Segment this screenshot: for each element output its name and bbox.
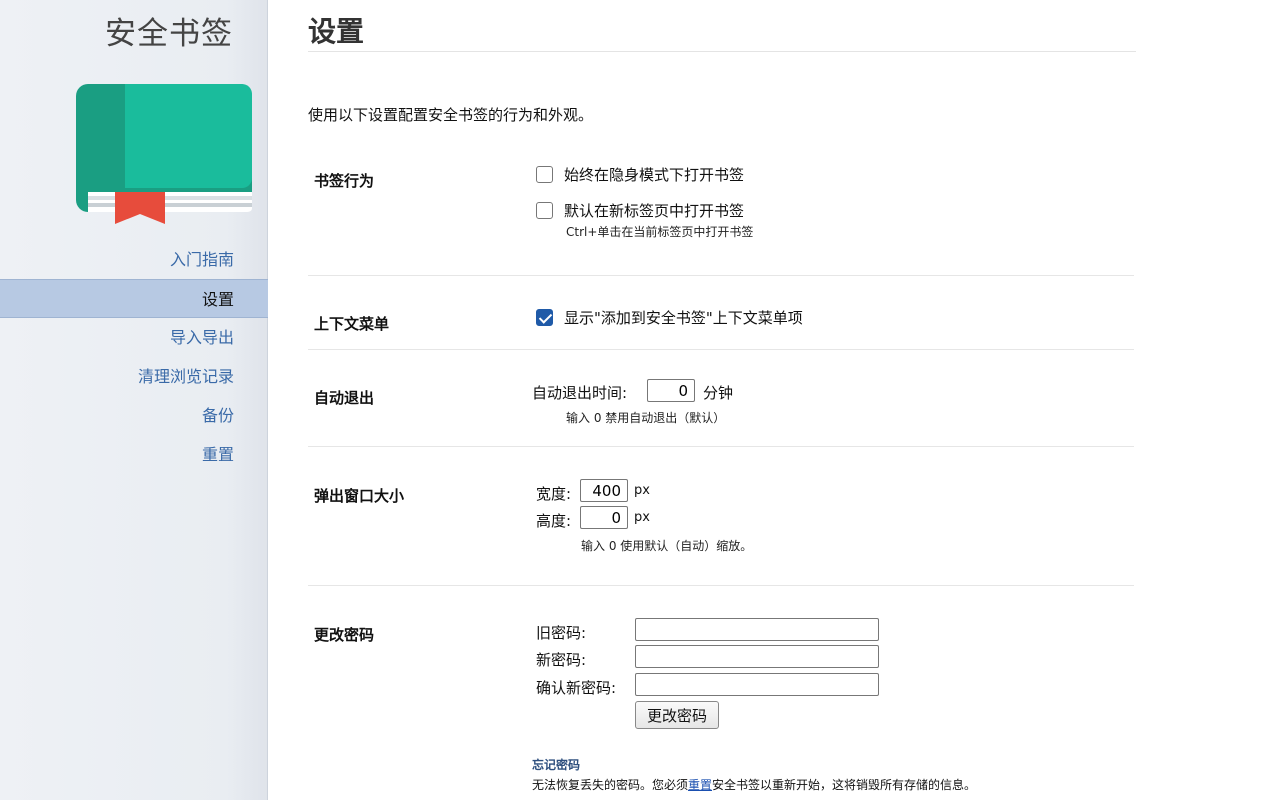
- section-label-auto-logout: 自动退出: [314, 389, 375, 407]
- old-password-label: 旧密码:: [536, 624, 587, 642]
- context-menu-option: 显示"添加到安全书签"上下文菜单项: [536, 307, 803, 328]
- newtab-hint: Ctrl+单击在当前标签页中打开书签: [566, 225, 754, 239]
- new-password-input[interactable]: [635, 645, 879, 668]
- section-label-popup-size: 弹出窗口大小: [314, 487, 405, 505]
- forgot-password-title: 忘记密码: [532, 758, 581, 772]
- auto-logout-unit: 分钟: [703, 384, 734, 402]
- incognito-checkbox[interactable]: [536, 166, 553, 183]
- incognito-option: 始终在隐身模式下打开书签: [536, 164, 744, 185]
- newtab-checkbox[interactable]: [536, 202, 553, 219]
- forgot-text-after: 安全书签以重新开始，这将销毁所有存储的信息。: [712, 778, 977, 792]
- nav-item-settings[interactable]: 设置: [0, 279, 268, 318]
- sidebar-nav: 入门指南 设置 导入导出 清理浏览记录 备份 重置: [0, 240, 268, 474]
- forgot-text-before: 无法恢复丢失的密码。您必须: [532, 778, 689, 792]
- forgot-password-text: 无法恢复丢失的密码。您必须重置安全书签以重新开始，这将销毁所有存储的信息。: [532, 776, 976, 793]
- new-password-label: 新密码:: [536, 651, 587, 669]
- section-divider: [308, 349, 1134, 350]
- nav-item-getting-started[interactable]: 入门指南: [0, 240, 268, 279]
- page-title: 设置: [308, 10, 1136, 52]
- popup-width-label: 宽度:: [536, 485, 572, 503]
- section-divider: [308, 446, 1134, 447]
- sidebar: 安全书签 入门指南 设置 导入导出 清理浏览记录 备份 重置: [0, 0, 268, 800]
- popup-height-unit: px: [634, 510, 650, 525]
- incognito-option-label: 始终在隐身模式下打开书签: [564, 166, 745, 184]
- section-divider: [308, 275, 1134, 276]
- change-password-button[interactable]: 更改密码: [635, 701, 720, 729]
- book-icon: [76, 84, 252, 224]
- popup-width-input[interactable]: [580, 479, 628, 502]
- auto-logout-hint: 输入 0 禁用自动退出（默认）: [566, 411, 726, 425]
- confirm-password-label: 确认新密码:: [536, 679, 617, 697]
- popup-size-hint: 输入 0 使用默认（自动）缩放。: [581, 539, 753, 553]
- context-menu-option-label: 显示"添加到安全书签"上下文菜单项: [564, 309, 803, 327]
- auto-logout-field-label: 自动退出时间:: [532, 384, 628, 402]
- popup-width-unit: px: [634, 483, 650, 498]
- settings-main: 设置 使用以下设置配置安全书签的行为和外观。 书签行为 始终在隐身模式下打开书签…: [308, 0, 1136, 800]
- nav-item-reset[interactable]: 重置: [0, 435, 268, 474]
- nav-item-backup[interactable]: 备份: [0, 396, 268, 435]
- newtab-option: 默认在新标签页中打开书签: [536, 200, 744, 221]
- intro-text: 使用以下设置配置安全书签的行为和外观。: [308, 106, 594, 124]
- reset-link[interactable]: 重置: [688, 778, 712, 792]
- popup-height-input[interactable]: [580, 506, 628, 529]
- section-label-bookmark-behavior: 书签行为: [314, 172, 375, 190]
- popup-height-label: 高度:: [536, 512, 572, 530]
- auto-logout-input[interactable]: [647, 379, 695, 402]
- confirm-password-input[interactable]: [635, 673, 879, 696]
- section-label-context-menu: 上下文菜单: [314, 315, 390, 333]
- newtab-option-label: 默认在新标签页中打开书签: [564, 202, 745, 220]
- old-password-input[interactable]: [635, 618, 879, 641]
- context-menu-checkbox[interactable]: [536, 309, 553, 326]
- nav-item-import-export[interactable]: 导入导出: [0, 318, 268, 357]
- section-divider: [308, 585, 1134, 586]
- nav-item-clear-history[interactable]: 清理浏览记录: [0, 357, 268, 396]
- section-label-change-password: 更改密码: [314, 626, 375, 644]
- app-title: 安全书签: [105, 16, 233, 52]
